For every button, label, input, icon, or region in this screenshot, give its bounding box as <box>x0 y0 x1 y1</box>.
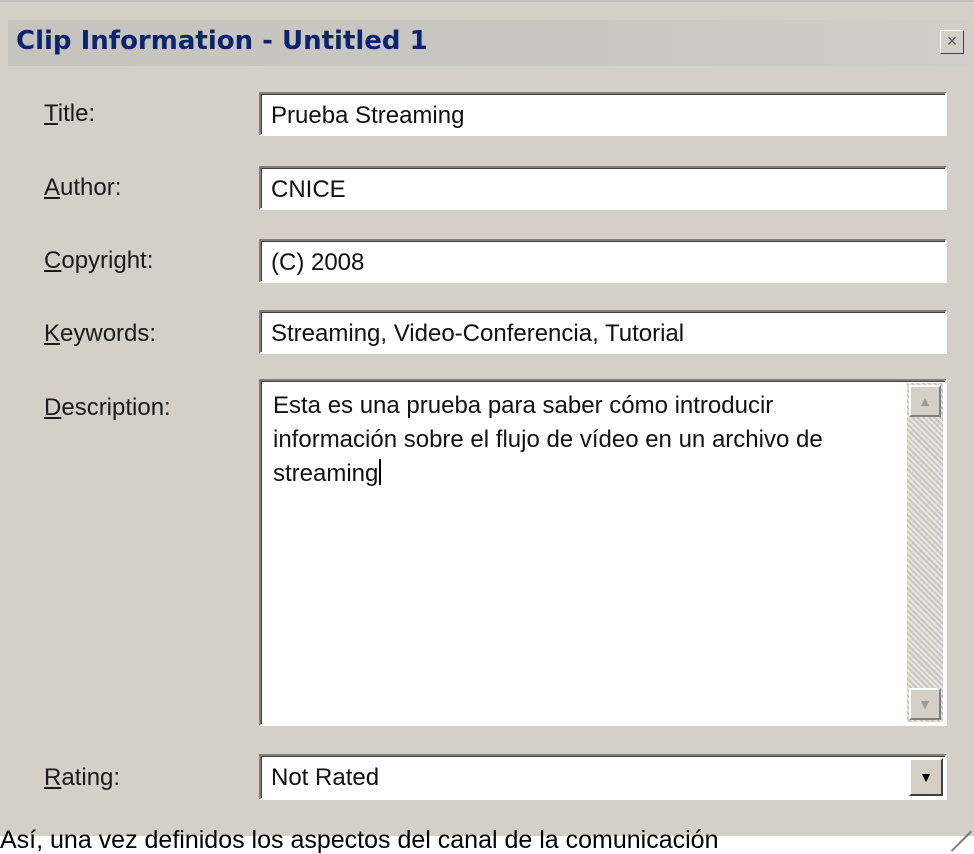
scroll-up-button[interactable]: ▲ <box>909 385 941 417</box>
clip-information-dialog: Clip Information - Untitled 1 × Title: P… <box>0 0 974 852</box>
arrow-up-icon: ▲ <box>918 393 932 409</box>
chevron-down-icon: ▼ <box>919 769 933 785</box>
copyright-label: Copyright: <box>44 247 154 274</box>
keywords-label: Keywords: <box>44 320 157 347</box>
window-title: Clip Information - Untitled 1 <box>16 26 428 56</box>
arrow-down-icon: ▼ <box>918 696 932 712</box>
keywords-input[interactable]: Streaming, Video-Conferencia, Tutorial <box>259 310 947 354</box>
title-input[interactable]: Prueba Streaming <box>259 92 947 136</box>
title-bar[interactable]: Clip Information - Untitled 1 × <box>8 20 970 66</box>
rating-value: Not Rated <box>271 764 380 791</box>
description-scrollbar[interactable]: ▲ ▼ <box>907 383 943 722</box>
page-caption: Así, una vez definidos los aspectos del … <box>0 826 719 854</box>
rating-select[interactable]: Not Rated ▼ <box>259 754 947 800</box>
description-text: Esta es una prueba para saber cómo intro… <box>273 392 823 487</box>
rating-dropdown-button[interactable]: ▼ <box>909 758 943 796</box>
title-label: Title: <box>44 100 96 127</box>
author-label: Author: <box>44 174 122 201</box>
close-icon: × <box>946 31 958 51</box>
copyright-input[interactable]: (C) 2008 <box>259 239 947 283</box>
close-button[interactable]: × <box>940 30 964 54</box>
scroll-down-button[interactable]: ▼ <box>909 688 941 720</box>
rating-label: Rating: <box>44 764 121 791</box>
description-label: Description: <box>44 394 171 421</box>
description-textarea[interactable]: Esta es una prueba para saber cómo intro… <box>259 379 947 726</box>
text-caret <box>379 459 382 485</box>
author-input[interactable]: CNICE <box>259 166 947 210</box>
